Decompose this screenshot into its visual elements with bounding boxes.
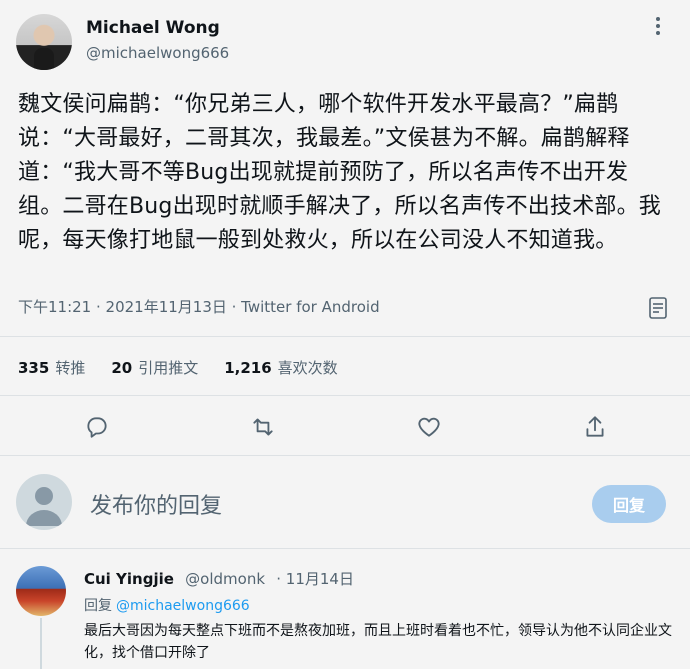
share-icon[interactable] xyxy=(582,414,608,440)
quotes-stat[interactable]: 20 引用推文 xyxy=(111,357,198,378)
comment-header: Cui Yingjie @oldmonk · 11月14日 xyxy=(84,568,354,589)
thread-line xyxy=(40,618,42,669)
like-action[interactable] xyxy=(416,414,582,440)
divider xyxy=(0,336,690,337)
reply-action[interactable] xyxy=(84,414,250,440)
quotes-count: 20 xyxy=(111,359,133,377)
commenter-handle[interactable]: @oldmonk xyxy=(185,570,265,588)
likes-stat[interactable]: 1,216 喜欢次数 xyxy=(224,357,337,378)
like-icon[interactable] xyxy=(416,414,442,440)
tweet-meta[interactable]: 下午11:21 · 2021年11月13日 · Twitter for Andr… xyxy=(18,296,380,317)
analytics-icon[interactable] xyxy=(648,296,668,320)
author-avatar[interactable] xyxy=(16,14,72,70)
tweet-text: 魏文侯问扁鹊：“你兄弟三人，哪个软件开发水平最高？”扁鹊说：“大哥最好，二哥其次… xyxy=(18,92,662,253)
replying-to: 回复 @michaelwong666 xyxy=(84,595,250,615)
retweets-stat[interactable]: 335 转推 xyxy=(18,357,85,378)
divider xyxy=(0,395,690,396)
share-action[interactable] xyxy=(582,414,690,440)
replying-label: 回复 xyxy=(84,598,112,614)
author-name[interactable]: Michael Wong xyxy=(86,18,220,38)
reply-input[interactable]: 发布你的回复 xyxy=(90,488,222,520)
comment-date[interactable]: · 11月14日 xyxy=(276,570,354,588)
likes-count: 1,216 xyxy=(224,359,272,377)
retweet-action[interactable] xyxy=(250,414,416,440)
more-icon[interactable] xyxy=(646,14,670,38)
likes-label: 喜欢次数 xyxy=(277,359,338,377)
divider xyxy=(0,548,690,549)
replying-to-link[interactable]: @michaelwong666 xyxy=(116,598,250,614)
user-avatar xyxy=(16,474,72,530)
action-bar xyxy=(84,414,690,440)
comment-text: 最后大哥因为每天整点下班而不是熬夜加班，而且上班时看着也不忙，领导认为他不认同企… xyxy=(84,623,672,661)
default-avatar-icon xyxy=(26,487,62,526)
divider xyxy=(0,455,690,456)
commenter-avatar[interactable] xyxy=(16,566,66,616)
retweets-label: 转推 xyxy=(55,359,86,377)
reply-icon[interactable] xyxy=(84,414,110,440)
commenter-name[interactable]: Cui Yingjie xyxy=(84,570,174,588)
retweets-count: 335 xyxy=(18,359,50,377)
reply-button[interactable]: 回复 xyxy=(592,485,666,523)
quotes-label: 引用推文 xyxy=(138,359,199,377)
author-handle[interactable]: @michaelwong666 xyxy=(86,44,229,62)
retweet-icon[interactable] xyxy=(250,414,276,440)
tweet-stats: 335 转推 20 引用推文 1,216 喜欢次数 xyxy=(18,357,338,378)
